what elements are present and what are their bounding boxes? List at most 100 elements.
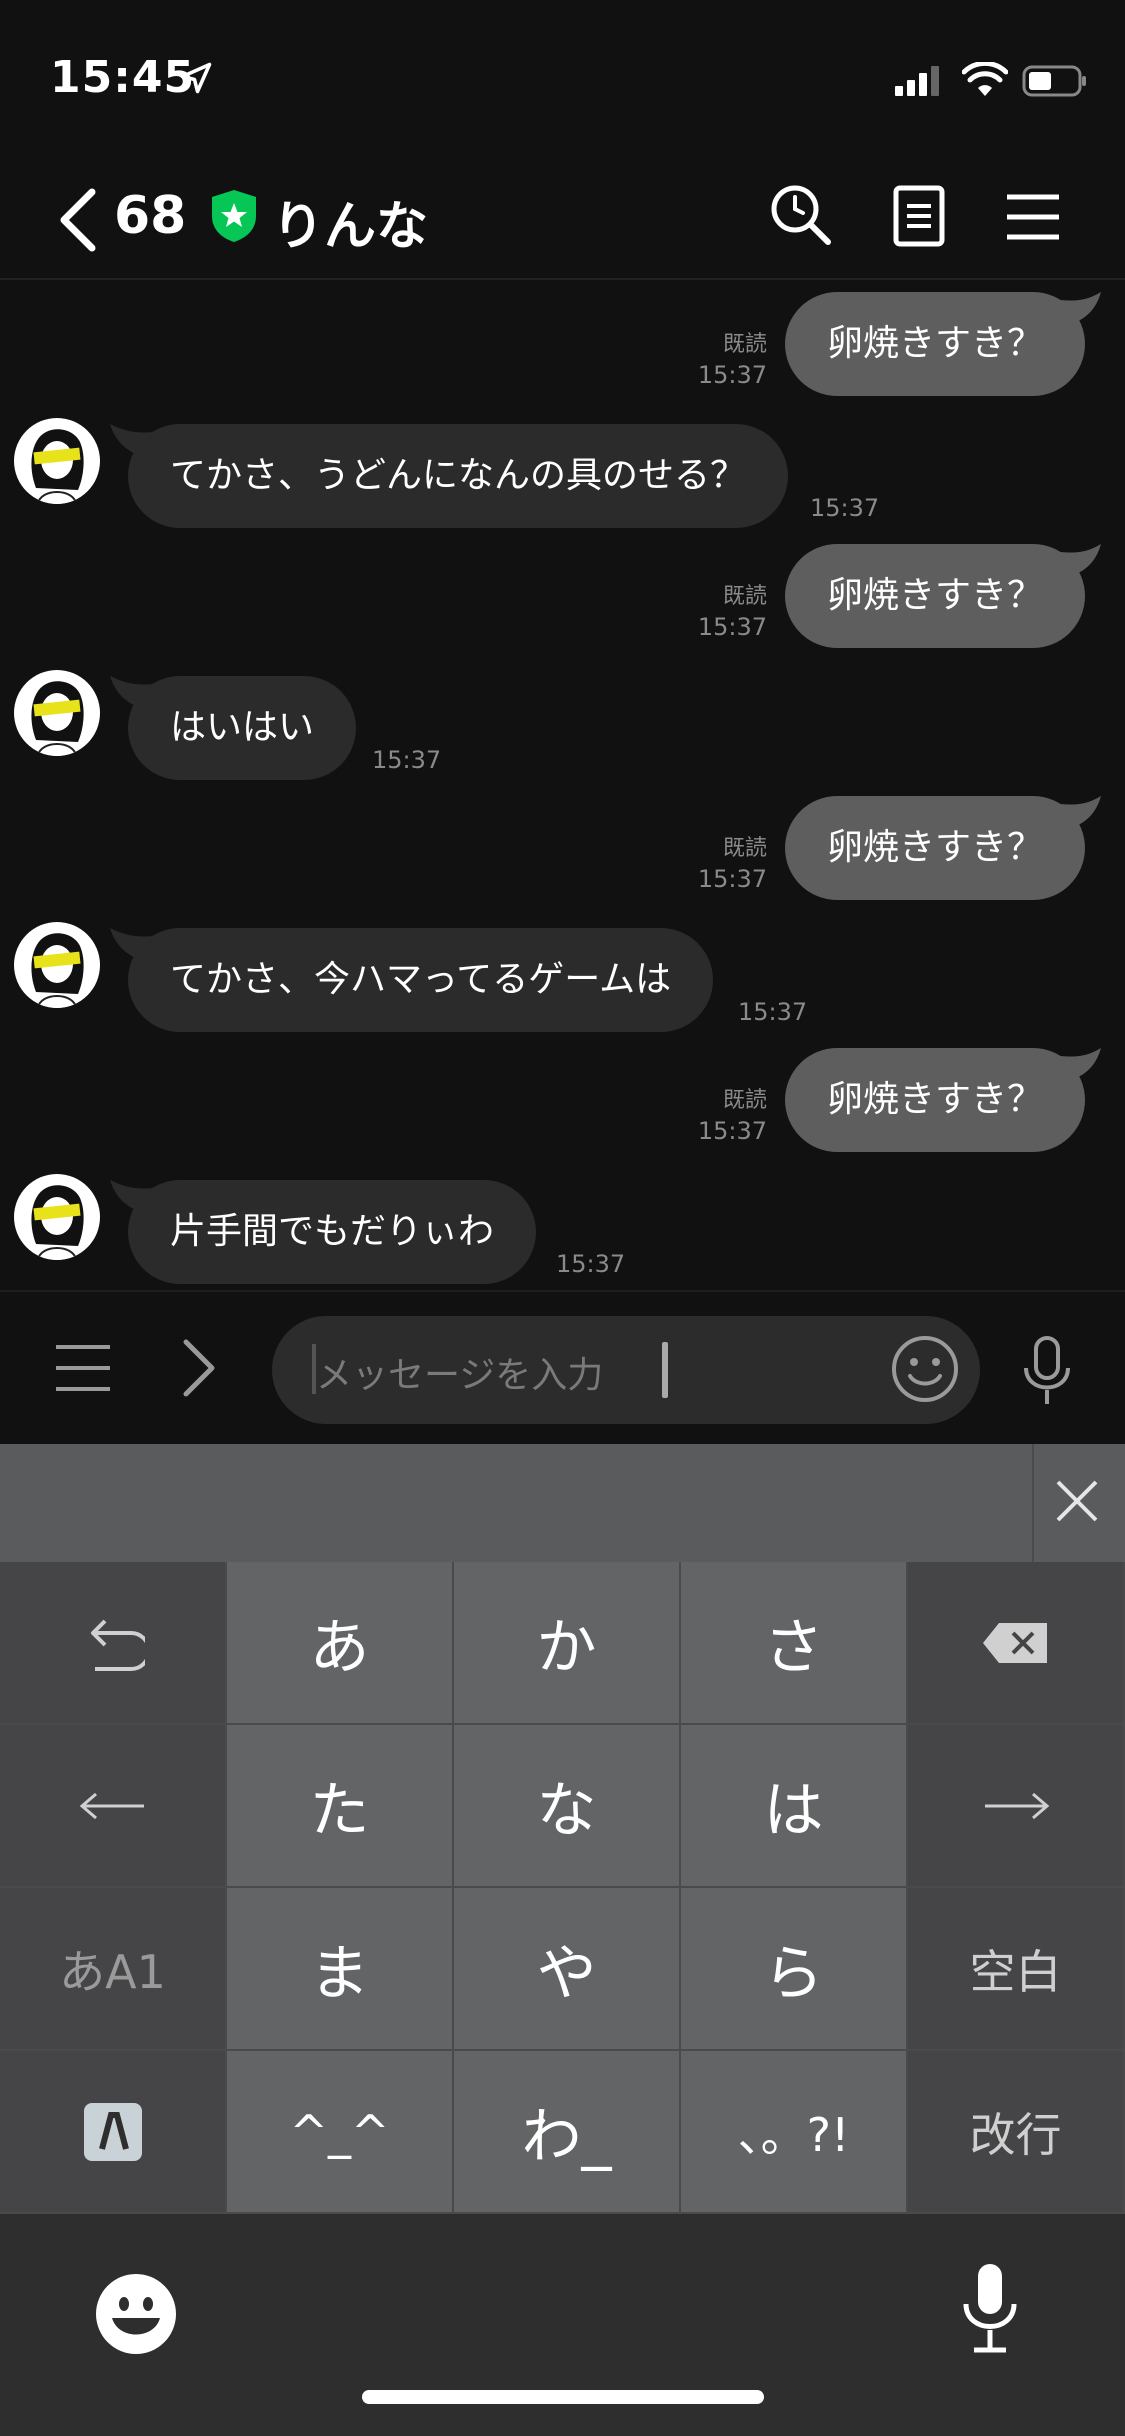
message-outgoing: 既読 15:37 卵焼きすき？ [0, 1048, 1125, 1152]
avatar-girl-icon [31, 681, 84, 756]
message-time: 15:37 [372, 746, 442, 774]
close-icon[interactable] [1054, 1478, 1100, 1524]
dictation-mic-icon[interactable] [960, 2260, 1020, 2356]
avatar[interactable] [14, 418, 100, 504]
message-input-placeholder: メッセージを入力 [316, 1355, 604, 1396]
message-bubble-incoming[interactable]: 片手間でもだりぃわ [110, 1180, 537, 1284]
bubble-tail [1061, 292, 1101, 324]
key-ra[interactable]: ら [681, 1888, 908, 2051]
battery-icon [1022, 65, 1086, 97]
bubble-tail [1061, 796, 1101, 828]
message-text: 卵焼きすき？ [826, 575, 1043, 616]
emoji-keyboard-icon[interactable] [94, 2272, 178, 2356]
menu-icon[interactable] [54, 1342, 112, 1394]
key-ya[interactable]: や [454, 1888, 681, 2051]
status-bar: 15:45 [0, 0, 1125, 160]
key-ha[interactable]: は [681, 1725, 908, 1888]
keyboard-app-icon [83, 2102, 142, 2161]
avatar-girl-icon [31, 1185, 84, 1260]
chat-header: 68 りんな [0, 160, 1125, 280]
read-label: 既読 [722, 1088, 767, 1113]
keyboard-keys: あ か さ た な は あA1 ま や ら 空白 ^_^ わ_ 、。?! 改行 [0, 1562, 1125, 2214]
delete-key[interactable] [908, 1562, 1125, 1725]
return-key[interactable]: 改行 [908, 2051, 1125, 2214]
message-outgoing: 既読 15:37 卵焼きすき？ [0, 544, 1125, 648]
message-bubble-incoming[interactable]: てかさ、今ハマってるゲームは [110, 928, 714, 1032]
read-receipt: 既読 15:37 [698, 330, 767, 390]
undo-key[interactable] [0, 1562, 227, 1725]
message-text: 卵焼きすき？ [826, 323, 1043, 364]
avatar[interactable] [14, 922, 100, 1008]
cursor-left-key[interactable] [0, 1725, 227, 1888]
cursor-right-key[interactable] [908, 1725, 1125, 1888]
message-bubble-outgoing[interactable]: 卵焼きすき？ [784, 796, 1101, 900]
wifi-icon [962, 62, 1008, 96]
message-time: 15:37 [697, 613, 767, 641]
message-time: 15:37 [697, 1117, 767, 1145]
key-face[interactable]: ^_^ [227, 2051, 454, 2214]
backspace-icon [982, 1622, 1047, 1663]
message-text: てかさ、うどんになんの具のせる？ [170, 455, 747, 496]
key-ta[interactable]: た [227, 1725, 454, 1888]
message-text: 片手間でもだりぃわ [170, 1211, 495, 1252]
key-wa[interactable]: わ_ [454, 2051, 681, 2214]
message-incoming: はいはい 15:37 [0, 668, 1125, 780]
message-time: 15:37 [810, 494, 880, 522]
message-bubble-incoming[interactable]: てかさ、うどんになんの具のせる？ [110, 424, 789, 528]
bubble-tail [110, 1180, 154, 1212]
bubble-tail [110, 424, 154, 456]
divider [1032, 1444, 1034, 1562]
message-bubble-outgoing[interactable]: 卵焼きすき？ [784, 1048, 1101, 1152]
official-shield-icon [212, 190, 256, 242]
chat-title: りんな [272, 197, 429, 257]
space-key[interactable]: 空白 [908, 1888, 1125, 2051]
avatar[interactable] [14, 1174, 100, 1260]
arrow-left-icon [79, 1792, 144, 1819]
avatar[interactable] [14, 670, 100, 756]
key-na[interactable]: な [454, 1725, 681, 1888]
message-text: はいはい [170, 707, 315, 748]
bubble-tail [1061, 1048, 1101, 1080]
input-mode-key[interactable]: あA1 [0, 1888, 227, 2051]
keyboard-switch-key[interactable] [0, 2051, 227, 2214]
avatar-girl-icon [31, 933, 84, 1008]
message-time: 15:37 [697, 361, 767, 389]
key-sa[interactable]: さ [681, 1562, 908, 1725]
keyboard-suggestion-bar [0, 1444, 1125, 1562]
read-receipt: 既読 15:37 [698, 834, 767, 894]
key-ma[interactable]: ま [227, 1888, 454, 2051]
avatar-girl-icon [31, 429, 84, 504]
message-bubble-outgoing[interactable]: 卵焼きすき？ [784, 292, 1101, 396]
location-arrow-icon [180, 62, 212, 94]
search-icon[interactable] [768, 182, 832, 246]
message-input-bar: メッセージを入力 [0, 1290, 1125, 1444]
message-input[interactable]: メッセージを入力 [272, 1316, 980, 1424]
key-a[interactable]: あ [227, 1562, 454, 1725]
read-receipt: 既読 15:37 [698, 1086, 767, 1146]
message-time: 15:37 [738, 998, 808, 1026]
undo-icon [90, 1619, 145, 1671]
chevron-right-icon[interactable] [180, 1338, 216, 1398]
home-indicator[interactable] [362, 2390, 764, 2404]
message-list[interactable]: 既読 15:37 卵焼きすき？ てかさ、うどんになんの具のせる？ 15:37 既… [0, 282, 1125, 1290]
read-label: 既読 [722, 332, 767, 357]
back-unread-count[interactable]: 68 [114, 186, 186, 246]
back-chevron-icon[interactable] [52, 188, 102, 252]
message-bubble-incoming[interactable]: はいはい [110, 676, 357, 780]
key-punctuation[interactable]: 、。?! [681, 2051, 908, 2214]
bubble-tail [110, 676, 154, 708]
message-time: 15:37 [556, 1250, 626, 1278]
message-text: てかさ、今ハマってるゲームは [170, 959, 672, 1000]
notes-icon[interactable] [890, 184, 948, 248]
bubble-tail [110, 928, 154, 960]
microphone-icon[interactable] [1020, 1334, 1074, 1408]
emoji-icon[interactable] [890, 1334, 960, 1404]
cursor-handle [662, 1342, 668, 1398]
bubble-tail [1061, 544, 1101, 576]
hamburger-menu-icon[interactable] [1005, 192, 1061, 242]
message-bubble-outgoing[interactable]: 卵焼きすき？ [784, 544, 1101, 648]
key-ka[interactable]: か [454, 1562, 681, 1725]
message-incoming: 片手間でもだりぃわ 15:37 [0, 1172, 1125, 1284]
read-receipt: 既読 15:37 [698, 582, 767, 642]
japanese-keyboard: あ か さ た な は あA1 ま や ら 空白 ^_^ わ_ 、。?! 改行 [0, 1444, 1125, 2436]
